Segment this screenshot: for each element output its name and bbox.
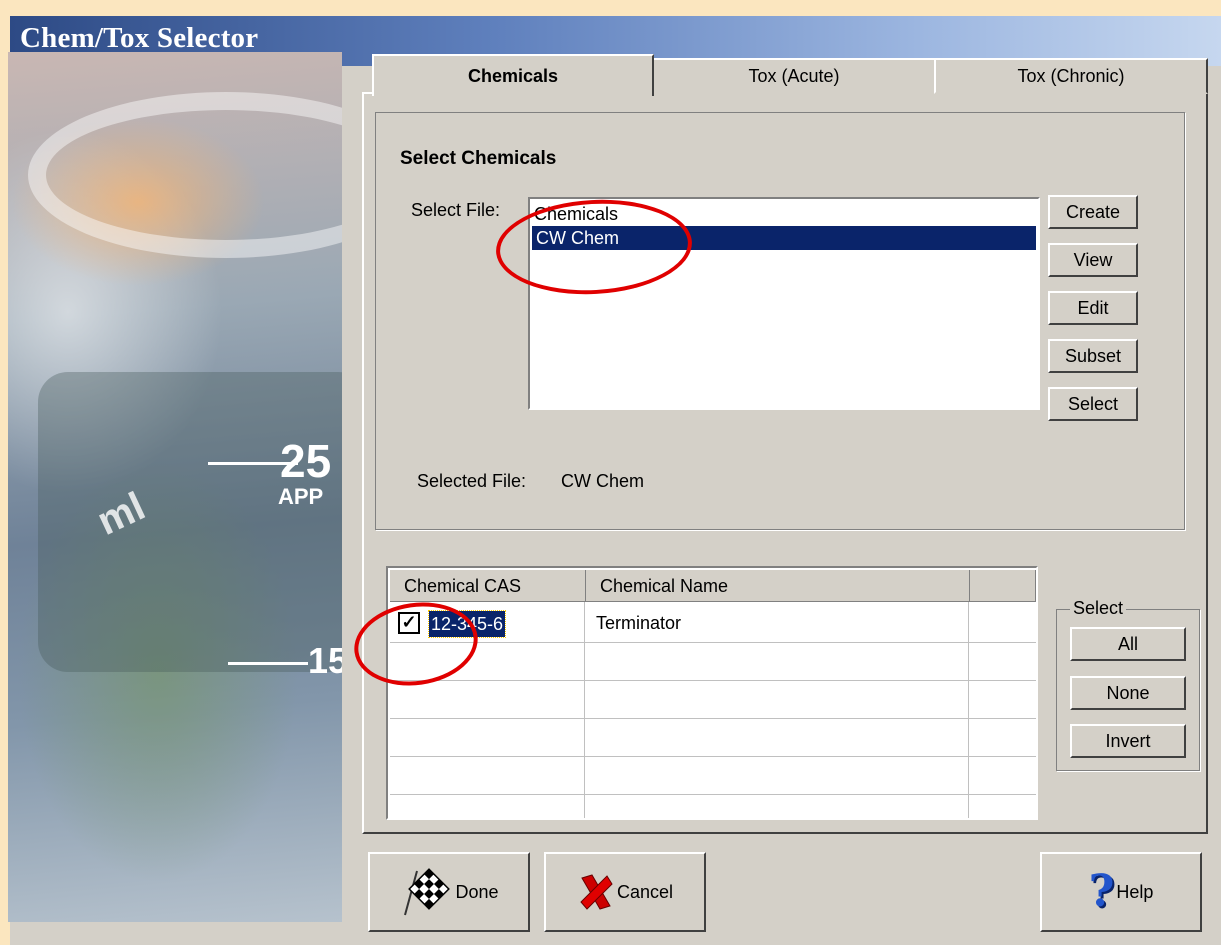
list-item-selected[interactable]: CW Chem xyxy=(532,226,1036,250)
select-button[interactable]: Select xyxy=(1048,387,1138,421)
select-none-button[interactable]: None xyxy=(1070,676,1186,710)
cancel-label: Cancel xyxy=(616,881,674,902)
select-chemicals-heading: Select Chemicals xyxy=(400,148,557,169)
row-checkbox[interactable]: ✓ xyxy=(398,612,420,634)
select-all-button[interactable]: All xyxy=(1070,627,1186,661)
edit-button[interactable]: Edit xyxy=(1048,291,1138,325)
window-title: Chem/Tox Selector xyxy=(20,22,259,54)
create-button[interactable]: Create xyxy=(1048,195,1138,229)
checkered-flag-icon xyxy=(404,868,451,916)
select-file-label: Select File: xyxy=(411,200,501,220)
beaker-photo: 25 APP 15 ml xyxy=(8,52,342,922)
view-button[interactable]: View xyxy=(1048,243,1138,277)
cas-cell[interactable]: 12-345-6 xyxy=(427,610,507,638)
tab-tox-acute[interactable]: Tox (Acute) xyxy=(652,58,936,94)
column-header-cas[interactable]: Chemical CAS xyxy=(390,570,586,602)
chemical-grid[interactable]: Chemical CAS Chemical Name xyxy=(386,566,1038,820)
tab-chemicals[interactable]: Chemicals xyxy=(372,54,654,96)
selected-file-label: Selected File: xyxy=(417,471,527,491)
help-label: Help xyxy=(1116,881,1154,902)
select-invert-button[interactable]: Invert xyxy=(1070,724,1186,758)
list-item[interactable]: Chemicals xyxy=(534,202,618,226)
selected-file-value: CW Chem xyxy=(561,471,645,491)
tab-tox-chronic[interactable]: Tox (Chronic) xyxy=(934,58,1208,94)
subset-button[interactable]: Subset xyxy=(1048,339,1138,373)
done-button[interactable]: Done xyxy=(368,852,530,932)
red-x-icon xyxy=(580,874,613,910)
cancel-button[interactable]: Cancel xyxy=(544,852,706,932)
select-options-legend: Select xyxy=(1070,598,1127,619)
question-mark-icon: ? xyxy=(1088,866,1115,917)
file-listbox[interactable]: Chemicals CW Chem xyxy=(528,197,1040,410)
column-header-extra[interactable] xyxy=(970,570,1036,602)
name-cell[interactable]: Terminator xyxy=(596,613,681,634)
column-header-name[interactable]: Chemical Name xyxy=(586,570,970,602)
help-button[interactable]: ? Help xyxy=(1040,852,1202,932)
done-label: Done xyxy=(455,881,499,902)
